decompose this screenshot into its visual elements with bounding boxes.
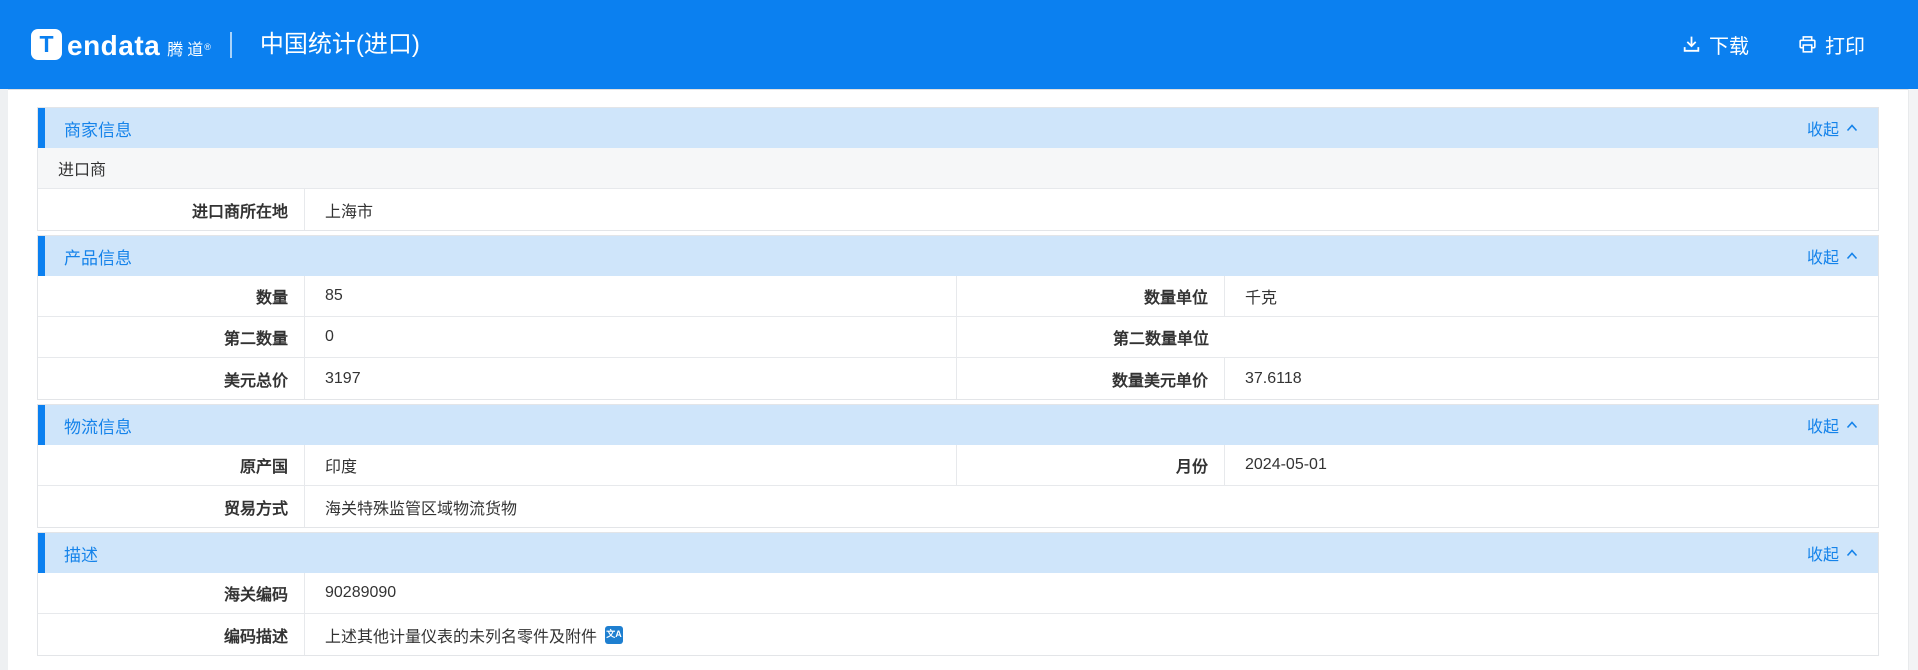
brand-wordmark: endata [67,30,161,61]
collapse-toggle[interactable]: 收起 [1807,244,1858,268]
translate-icon[interactable]: 文A [605,625,624,644]
page-title: 中国统计(进口) [259,30,420,58]
table-row: 数量 85 数量单位 千克 [38,276,1878,317]
table-row: 编码描述 上述其他计量仪表的未列名零件及附件 文A [38,614,1878,655]
chevron-up-icon [1846,544,1858,562]
chevron-up-icon [1846,247,1858,265]
header-divider [229,31,232,58]
section-title: 物流信息 [64,417,132,437]
row-value: 千克 [1245,290,1278,307]
section-header: 商家信息 收起 [38,108,1878,148]
row-value-text: 90289090 [325,584,397,601]
section-header: 描述 收起 [38,533,1878,573]
section-title: 描述 [64,545,98,565]
section-0: 商家信息 收起进口商进口商所在地 上海市 [37,107,1879,231]
chevron-up-icon [1846,119,1858,137]
section-accent-bar [38,405,45,445]
table-row: 原产国 印度 月份 2024-05-01 [38,445,1878,486]
row-label: 美元总价 [38,358,305,399]
row-value: 90289090 [305,573,1878,613]
row-label: 数量 [38,276,305,316]
row-value-text: 上述其他计量仪表的未列名零件及附件 [325,628,598,646]
table-row: 进口商 [38,148,1878,189]
collapse-label: 收起 [1806,122,1839,139]
print-button[interactable]: 打印 [1797,30,1865,59]
section-title: 产品信息 [64,248,132,268]
row-value: 上海市 [305,189,1878,230]
tendata-brand: T endata 腾道 ® [31,29,214,60]
collapse-label: 收起 [1806,547,1839,564]
section-title: 商家信息 [64,120,132,140]
row-label: 第二数量 [38,317,305,357]
left-edge-strip [0,89,8,670]
chevron-up-icon [1846,416,1858,434]
header-actions: 下载 打印 [1681,30,1865,59]
row-value: 海关特殊监管区域物流货物 [305,486,1878,527]
row-label: 数量美元单价 [957,358,1225,399]
printer-icon [1797,34,1818,55]
collapse-toggle[interactable]: 收起 [1807,413,1858,437]
row-value: 3197 [305,358,957,399]
row-value: 2024-05-01 [1245,456,1327,473]
row-label: 月份 [957,445,1225,485]
section-1: 产品信息 收起数量 85 数量单位 千克第二数量 0 第二数量单位美元总价 3197 数量美元单… [37,235,1879,400]
tendata-logo-icon: T [31,29,62,60]
row-value [1225,317,1878,357]
collapse-label: 收起 [1806,419,1839,436]
row-label: 进口商所在地 [38,189,305,230]
scrollbar[interactable] [1908,89,1918,670]
row-value: 0 [305,317,957,357]
collapse-label: 收起 [1806,250,1839,267]
row-value: 印度 [305,445,957,485]
row-value-text: 上海市 [325,203,374,221]
row-label: 数量单位 [957,276,1225,316]
row-value: 上述其他计量仪表的未列名零件及附件 文A [305,614,1878,655]
row-value: 37.6118 [1245,369,1302,387]
collapse-toggle[interactable]: 收起 [1807,541,1858,565]
section-accent-bar [38,108,45,148]
collapse-toggle[interactable]: 收起 [1807,116,1858,140]
section-accent-bar [38,236,45,276]
section-header: 物流信息 收起 [38,405,1878,445]
importer-label: 进口商 [58,162,107,179]
brand-chinese-name: 腾道 [167,41,208,59]
section-2: 物流信息 收起原产国 印度 月份 2024-05-01 贸易方式 海关特殊监管区域物流货物 [37,404,1879,528]
table-row: 贸易方式 海关特殊监管区域物流货物 [38,486,1878,527]
section-3: 描述 收起 海关编码 90289090 编码描述 上述其他计量仪表的未列名零件及附件 文A [37,532,1879,656]
section-accent-bar [38,533,45,573]
row-value-text: 海关特殊监管区域物流货物 [325,500,518,518]
detail-card: 商家信息 收起 进口商 进口商所在地 上海市 产品信息 收起 数量 85 数量单位 千克 第二数量 0 第… [37,107,1879,660]
row-value: 85 [305,276,957,316]
download-icon [1681,34,1702,55]
table-row: 美元总价 3197 数量美元单价 37.6118 [38,358,1878,399]
table-row: 进口商所在地 上海市 [38,189,1878,230]
row-label: 第二数量单位 [1112,331,1209,348]
download-label: 下载 [1709,36,1749,58]
row-label: 贸易方式 [38,486,305,527]
download-button[interactable]: 下载 [1681,30,1749,59]
top-header: T endata 腾道 ® 中国统计(进口) 下载 打印 [0,0,1918,89]
row-label: 原产国 [38,445,305,485]
table-row: 第二数量 0 第二数量单位 [38,317,1878,358]
table-row: 海关编码 90289090 [38,573,1878,614]
row-label: 海关编码 [38,573,305,613]
registered-mark: ® [204,42,211,52]
print-label: 打印 [1825,36,1865,58]
row-label: 编码描述 [38,614,305,655]
section-header: 产品信息 收起 [38,236,1878,276]
